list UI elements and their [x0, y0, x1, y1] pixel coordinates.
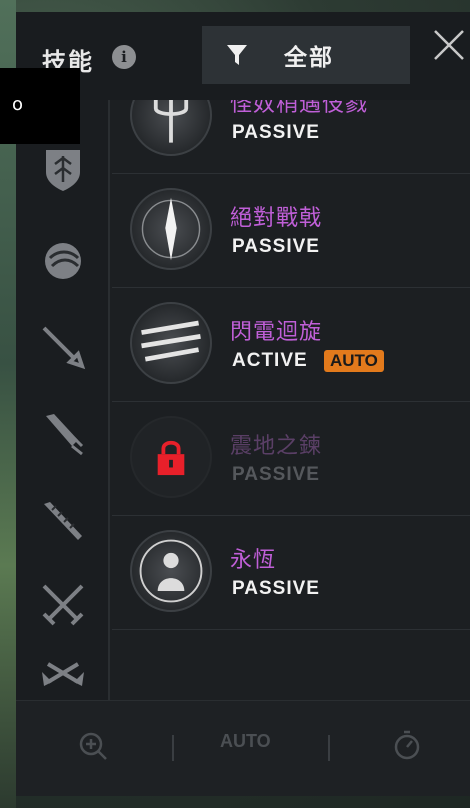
skill-row[interactable]: 永恆 PASSIVE — [112, 516, 470, 630]
shield-emblem-icon[interactable] — [38, 144, 88, 194]
spiked-blade-icon[interactable] — [38, 496, 88, 546]
skill-type: PASSIVE — [232, 464, 320, 485]
stopwatch-icon[interactable] — [392, 729, 422, 761]
category-sidebar — [16, 100, 110, 700]
skill-row[interactable]: 怪奴稍遇伎戮 PASSIVE — [112, 100, 470, 174]
skill-name: 怪奴稍遇伎戮 — [230, 100, 369, 117]
skill-list: 怪奴稍遇伎戮 PASSIVE 絕對戰戟 PASSIVE 閃電迴旋 ACTIVE … — [112, 100, 470, 700]
greatsword-icon[interactable] — [38, 408, 88, 458]
zoom-in-icon[interactable] — [78, 731, 108, 761]
footer-divider — [328, 735, 330, 761]
info-icon[interactable]: i — [112, 45, 136, 69]
meditating-figure-icon — [130, 530, 212, 612]
orb-icon[interactable] — [38, 236, 88, 286]
auto-badge: AUTO — [324, 350, 384, 372]
crossed-swords-icon[interactable] — [38, 580, 88, 630]
skills-panel: 技能 i 全部 怪奴稍遇伎戮 PASSIVE 絕對戰戟 PASSIVE 閃電迴旋… — [16, 12, 470, 796]
skill-type: PASSIVE — [232, 578, 320, 599]
lock-icon — [130, 416, 212, 498]
skill-row[interactable]: 絕對戰戟 PASSIVE — [112, 174, 470, 288]
skill-name: 震地之鍊 — [230, 434, 323, 459]
skill-row[interactable]: 震地之鍊 PASSIVE — [112, 402, 470, 516]
sword-icon[interactable] — [38, 322, 88, 372]
skill-row[interactable]: 閃電迴旋 ACTIVE AUTO — [112, 288, 470, 402]
panel-header: 技能 i 全部 — [16, 12, 470, 100]
panel-footer: AUTO — [16, 700, 470, 796]
close-icon[interactable] — [432, 28, 466, 62]
crossed-axes-icon[interactable] — [38, 652, 88, 702]
glowing-spear-icon — [130, 188, 212, 270]
filter-label: 全部 — [284, 45, 334, 71]
filter-button[interactable]: 全部 — [202, 26, 410, 84]
skill-type: PASSIVE — [232, 236, 320, 257]
skill-name: 永恆 — [230, 548, 277, 573]
auto-button[interactable]: AUTO — [220, 731, 271, 752]
footer-divider — [172, 735, 174, 761]
skill-name: 閃電迴旋 — [230, 320, 323, 345]
skill-type: PASSIVE — [232, 122, 320, 143]
lightning-slash-icon — [130, 302, 212, 384]
overlay-text: o — [12, 94, 24, 115]
trident-icon — [130, 100, 212, 156]
skill-name: 絕對戰戟 — [230, 206, 323, 231]
funnel-icon — [227, 45, 247, 65]
skill-type: ACTIVE — [232, 350, 308, 371]
